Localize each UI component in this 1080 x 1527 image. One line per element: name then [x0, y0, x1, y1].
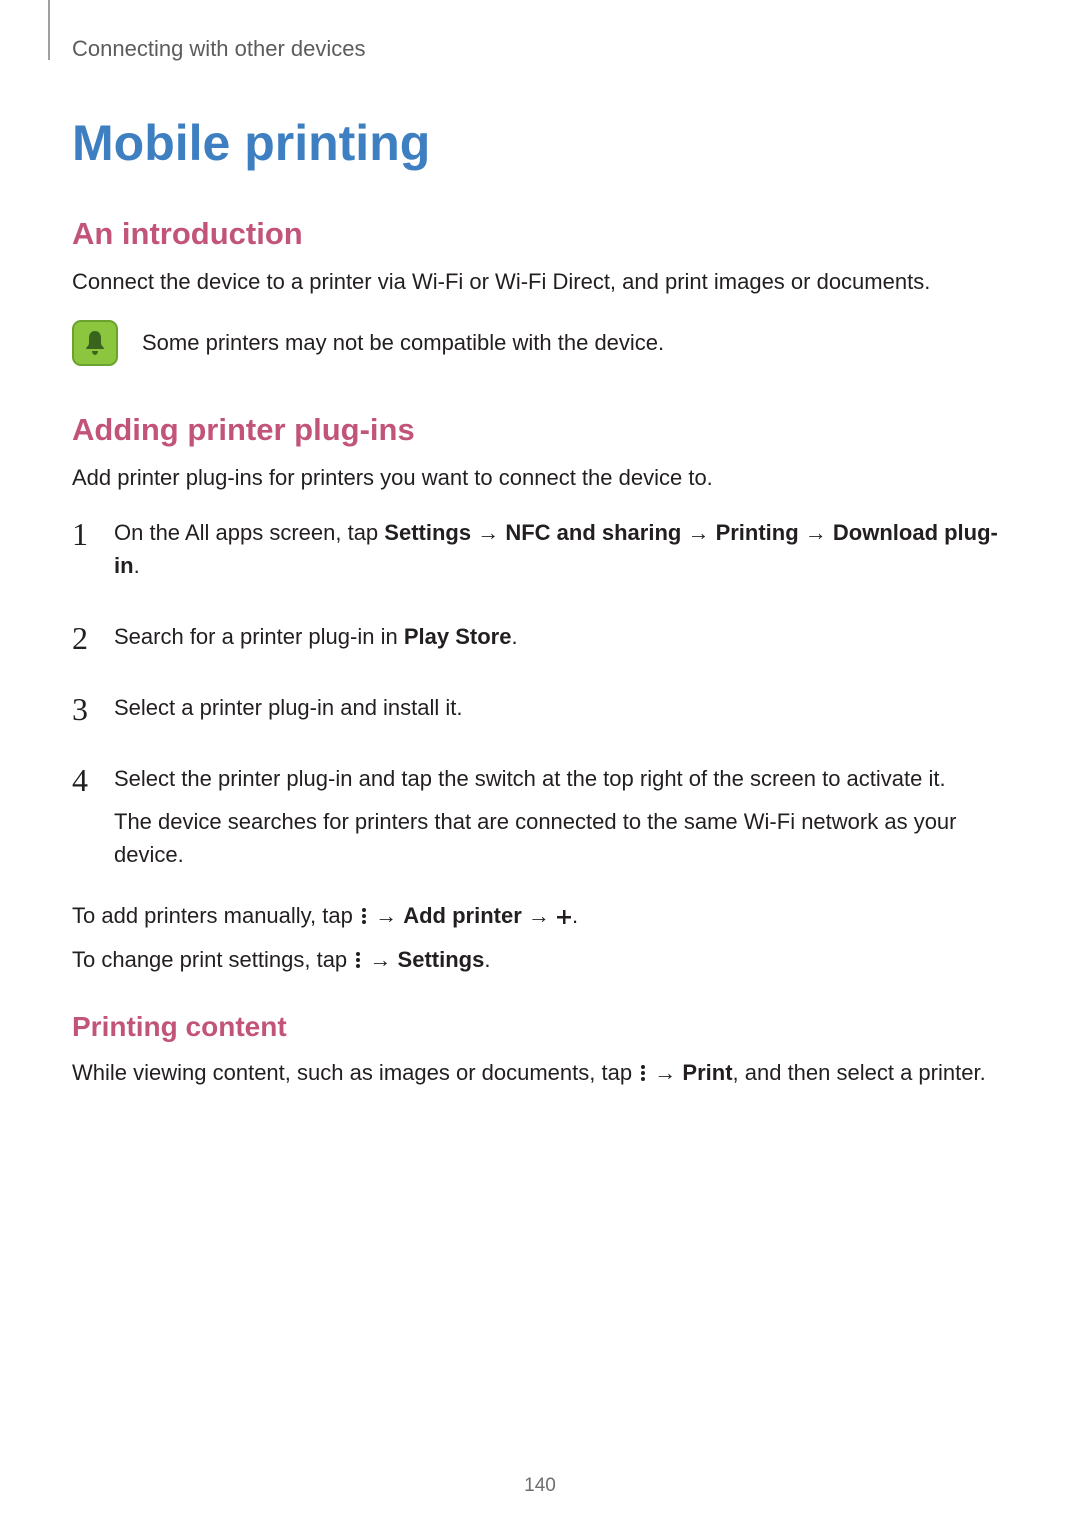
step1-post: .	[134, 553, 140, 578]
step1-pre: On the All apps screen, tap	[114, 520, 384, 545]
plugins-body: Add printer plug-ins for printers you wa…	[72, 462, 1008, 494]
page-number: 140	[0, 1475, 1080, 1497]
step1-a1: →	[471, 520, 505, 545]
intro-body: Connect the device to a printer via Wi-F…	[72, 266, 1008, 298]
step2-b1: Play Store	[404, 624, 512, 649]
pc-post: , and then select a printer.	[733, 1060, 986, 1085]
pc-arrow: →	[648, 1060, 682, 1085]
more-options-icon	[638, 1059, 648, 1091]
note-row: Some printers may not be compatible with…	[72, 320, 1008, 366]
step1-b2: NFC and sharing	[505, 520, 681, 545]
step4-line2: The device searches for printers that ar…	[114, 805, 1008, 871]
more-options-icon	[359, 901, 369, 935]
step4-line1: Select the printer plug-in and tap the s…	[114, 766, 946, 791]
step1-a3: →	[799, 520, 833, 545]
page-content: Connecting with other devices Mobile pri…	[0, 0, 1080, 1091]
subsection-heading-printing: Printing content	[72, 1011, 1008, 1043]
p2-arrow1: →	[363, 947, 397, 972]
section-heading-intro: An introduction	[72, 216, 1008, 252]
more-options-icon	[353, 945, 363, 979]
after-steps: To add printers manually, tap → Add prin…	[72, 899, 1008, 979]
step2-pre: Search for a printer plug-in in	[114, 624, 404, 649]
p2-pre: To change print settings, tap	[72, 947, 353, 972]
p2-post: .	[484, 947, 490, 972]
step1-b3: Printing	[716, 520, 799, 545]
page-corner-mark	[48, 0, 50, 60]
step-4: Select the printer plug-in and tap the s…	[72, 762, 1008, 871]
section-heading-plugins: Adding printer plug-ins	[72, 412, 1008, 448]
note-text: Some printers may not be compatible with…	[142, 330, 664, 356]
p1-arrow2: →	[522, 903, 556, 928]
p1-pre: To add printers manually, tap	[72, 903, 359, 928]
p1-b1: Add printer	[403, 903, 522, 928]
step1-b1: Settings	[384, 520, 471, 545]
p2-b1: Settings	[398, 947, 485, 972]
step2-post: .	[511, 624, 517, 649]
p1-post: .	[572, 903, 578, 928]
step1-a2: →	[681, 520, 715, 545]
plus-icon	[556, 901, 572, 935]
pc-b1: Print	[682, 1060, 732, 1085]
steps-list: On the All apps screen, tap Settings → N…	[72, 516, 1008, 871]
step3-text: Select a printer plug-in and install it.	[114, 695, 463, 720]
step-2: Search for a printer plug-in in Play Sto…	[72, 620, 1008, 653]
page-title: Mobile printing	[72, 114, 1008, 172]
step-3: Select a printer plug-in and install it.	[72, 691, 1008, 724]
pc-pre: While viewing content, such as images or…	[72, 1060, 638, 1085]
breadcrumb: Connecting with other devices	[72, 36, 1008, 62]
step-1: On the All apps screen, tap Settings → N…	[72, 516, 1008, 582]
printing-body: While viewing content, such as images or…	[72, 1057, 1008, 1091]
note-bell-icon	[72, 320, 118, 366]
manual-add-line: To add printers manually, tap → Add prin…	[72, 899, 1008, 935]
change-settings-line: To change print settings, tap → Settings…	[72, 943, 1008, 979]
step-1-text: On the All apps screen, tap Settings → N…	[114, 520, 998, 578]
p1-arrow1: →	[369, 903, 403, 928]
